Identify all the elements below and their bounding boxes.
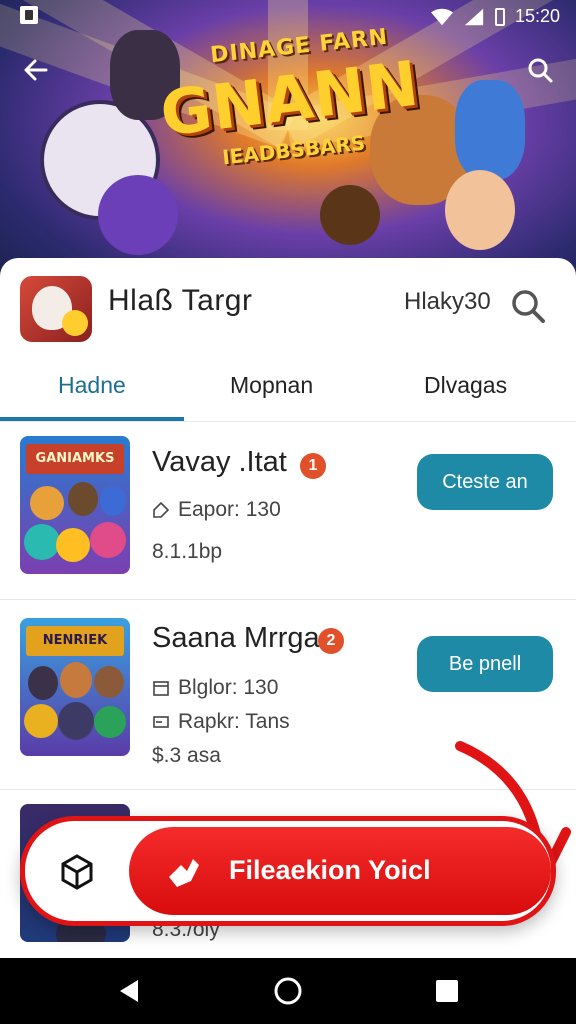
search-icon: [528, 58, 553, 83]
tab-indicator: [0, 417, 184, 421]
app-icon: [20, 276, 92, 342]
triangle-back-icon[interactable]: [112, 974, 146, 1008]
item-price: 8.1.1bp: [152, 540, 223, 563]
tab-bar: Hadne Mopnan Dlvagas: [0, 358, 576, 422]
item-badge: 2: [318, 628, 344, 654]
status-bar: 15:20: [0, 0, 576, 34]
item-action-button[interactable]: Cteste an: [417, 454, 553, 510]
hero-search-button[interactable]: [524, 54, 556, 86]
floating-action-bar: Fileaekion Yoicl: [20, 816, 556, 926]
list-item[interactable]: GANIAMKS Vavay .Itat 1 Eapor: 130 8.1.1b…: [0, 422, 576, 600]
item-action-button[interactable]: Be pnell: [417, 636, 553, 692]
item-thumbnail: NENRIEK: [20, 618, 130, 756]
primary-action-button[interactable]: Fileaekion Yoicl: [129, 827, 551, 915]
fist-character: [320, 185, 380, 245]
thumbnail-banner: NENRIEK: [26, 626, 124, 656]
battery-icon: [494, 7, 505, 26]
item-meta-text: Blglor: 130: [178, 676, 279, 699]
thumbnail-banner: GANIAMKS: [26, 444, 124, 474]
wifi-icon: [430, 8, 453, 25]
signal-icon: [464, 8, 484, 25]
item-meta-text-2: Rapkr: Tans: [178, 710, 290, 733]
tab-dlvagas[interactable]: Dlvagas: [424, 372, 507, 399]
app-header: Hlaß Targr Hlaky30: [0, 258, 576, 354]
primary-action-label: Fileaekion Yoicl: [229, 855, 431, 885]
arrow-left-icon: [24, 59, 48, 81]
item-title: Vavay .Itat: [152, 446, 287, 478]
app-meta: Hlaky30: [404, 288, 491, 315]
item-meta-line: Eapor: 130: [152, 498, 281, 522]
item-meta-text: Eapor: 130: [178, 498, 281, 521]
notification-icon: [20, 6, 38, 24]
item-title: Saana Mrrga: [152, 622, 320, 654]
calendar-icon: [153, 681, 169, 696]
item-meta-line: Blglor: 130: [152, 676, 278, 700]
tag-icon: [153, 501, 170, 518]
search-icon: [512, 290, 545, 323]
card-icon: [153, 716, 169, 728]
tab-mopnan[interactable]: Mopnan: [230, 372, 313, 399]
square-recents-icon[interactable]: [430, 974, 464, 1008]
status-time: 15:20: [514, 6, 560, 26]
girl-character: [445, 170, 515, 250]
screen: DINAGE FARN GNANN IEADBSBARS 15:20 Hlaß …: [0, 0, 576, 1024]
blue-character: [455, 80, 525, 180]
item-price: $.3 asa: [152, 744, 221, 767]
cube-logo-icon[interactable]: [59, 854, 95, 890]
navigation-bar: [0, 958, 576, 1024]
item-meta-line-2: Rapkr: Tans: [152, 710, 290, 734]
back-button[interactable]: [20, 54, 52, 86]
app-name: Hlaß Targr: [108, 284, 253, 317]
purple-character: [98, 175, 178, 255]
circle-home-icon[interactable]: [271, 974, 305, 1008]
item-badge: 1: [300, 453, 326, 479]
search-button[interactable]: [508, 286, 548, 326]
tab-hadne[interactable]: Hadne: [58, 372, 126, 399]
hand-icon: [169, 859, 199, 887]
item-thumbnail: GANIAMKS: [20, 436, 130, 574]
hero-banner: DINAGE FARN GNANN IEADBSBARS 15:20: [0, 0, 576, 300]
